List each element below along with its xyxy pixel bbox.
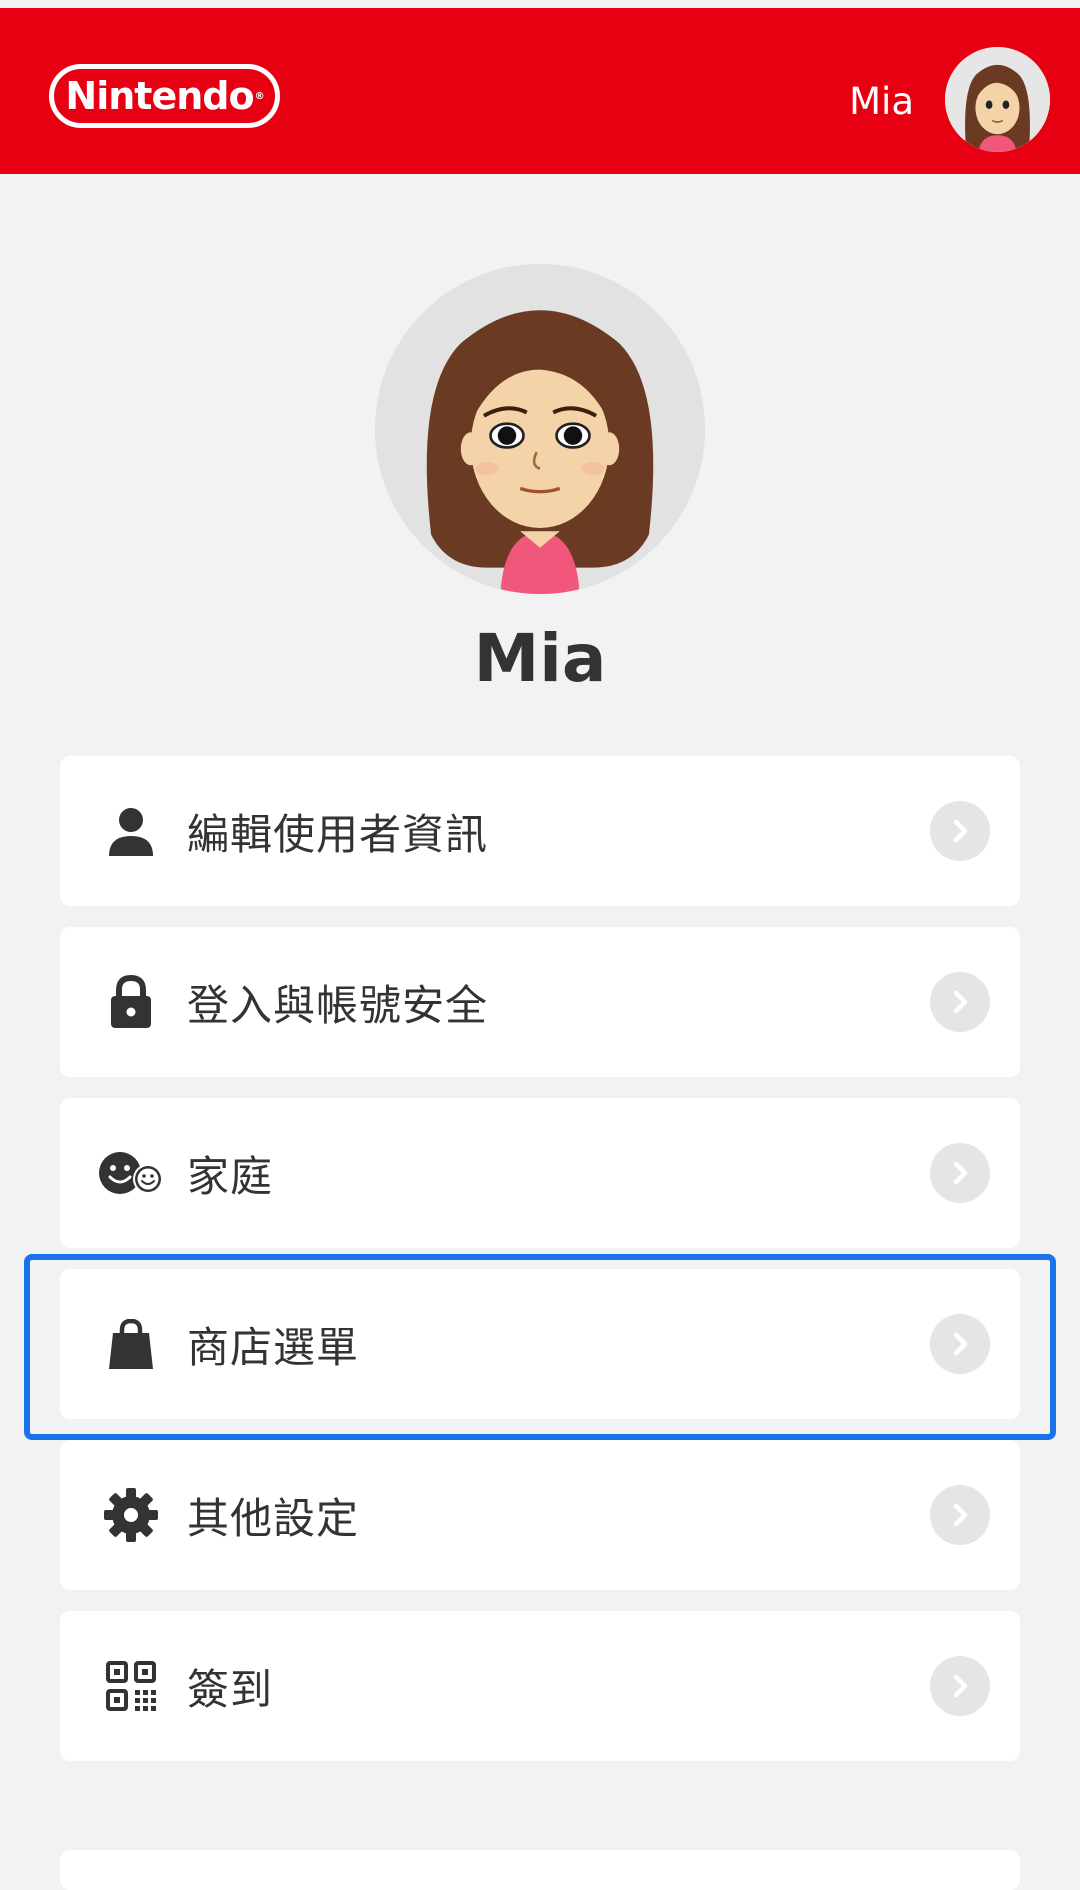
mii-avatar-icon [945,47,1050,152]
menu-item-edit-user-info[interactable]: 編輯使用者資訊 [60,756,1020,906]
brand-name: Nintendo [65,74,254,118]
next-card-partial [60,1850,1020,1890]
header-avatar[interactable] [945,47,1050,152]
menu-item-label: 編輯使用者資訊 [187,809,489,859]
profile-avatar[interactable] [375,264,705,594]
menu-item-label: 其他設定 [187,1493,360,1543]
menu-item-shop-menu[interactable]: 商店選單 [60,1269,1020,1419]
menu-item-check-in[interactable]: 簽到 [60,1611,1020,1761]
mii-avatar-icon [375,264,705,594]
chevron-right-icon [930,801,990,861]
menu-item-label: 登入與帳號安全 [187,980,489,1030]
menu-item-login-security[interactable]: 登入與帳號安全 [60,927,1020,1077]
chevron-right-icon [930,972,990,1032]
gear-icon [96,1480,166,1550]
shopping-bag-icon [96,1309,166,1379]
menu-item-label: 家庭 [187,1151,274,1201]
family-icon [96,1138,166,1208]
profile-name: Mia [473,620,607,697]
person-icon [96,796,166,866]
header-username: Mia [849,80,914,123]
chevron-right-icon [930,1485,990,1545]
menu-item-label: 簽到 [187,1664,274,1714]
chevron-right-icon [930,1314,990,1374]
nintendo-logo[interactable]: Nintendo ® [49,64,280,128]
menu-item-other-settings[interactable]: 其他設定 [60,1440,1020,1590]
qr-code-icon [96,1651,166,1721]
chevron-right-icon [930,1143,990,1203]
chevron-right-icon [930,1656,990,1716]
menu-item-label: 商店選單 [187,1322,360,1372]
menu-item-family[interactable]: 家庭 [60,1098,1020,1248]
header-bar: Nintendo ® Mia [0,0,1080,174]
lock-icon [96,967,166,1037]
